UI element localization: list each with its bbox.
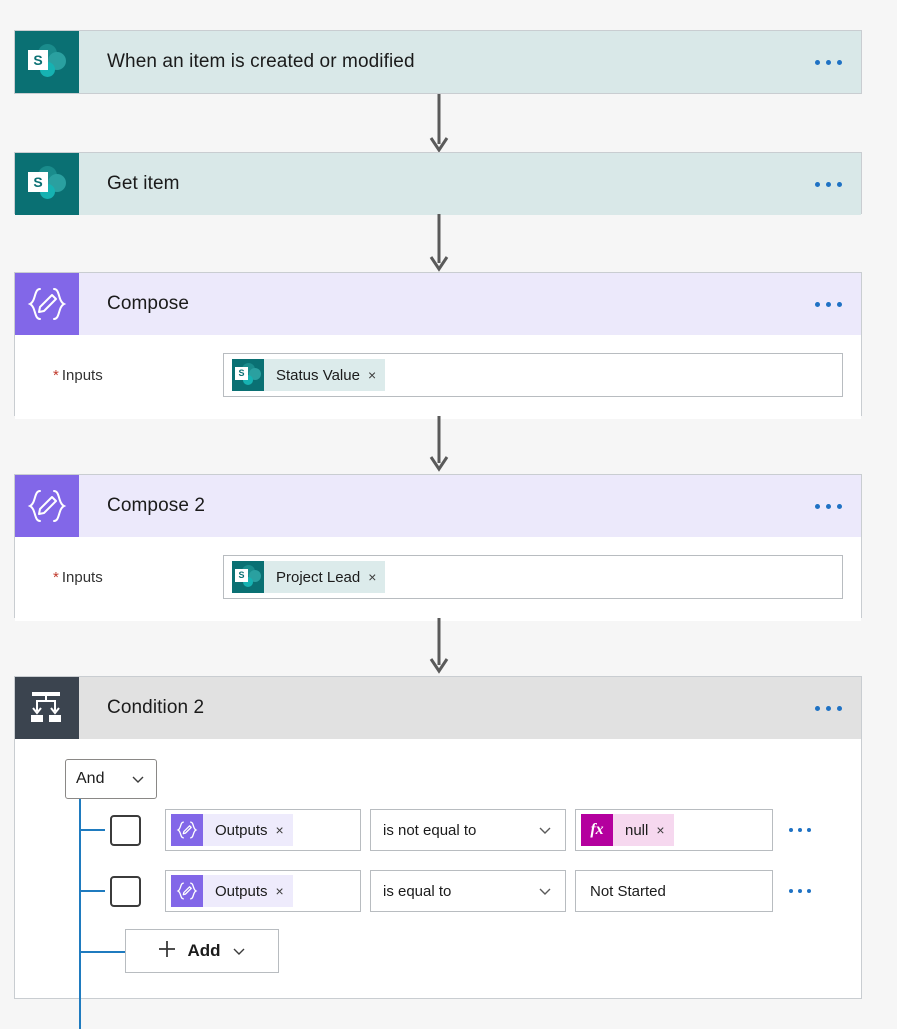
- chevron-down-icon: [231, 943, 247, 959]
- compose-icon: [15, 475, 79, 537]
- flow-node-trigger[interactable]: S When an item is created or modified: [14, 30, 862, 94]
- fx-icon: fx: [581, 814, 613, 846]
- condition-operator-dropdown[interactable]: is not equal to: [370, 809, 566, 851]
- connector-arrow: [428, 618, 450, 676]
- required-marker: *: [53, 366, 59, 384]
- node-title: Condition 2: [107, 697, 205, 718]
- node-body: * Inputs S Project Lead ×: [15, 537, 861, 621]
- node-header[interactable]: Condition 2: [15, 677, 861, 739]
- node-header[interactable]: Compose: [15, 273, 861, 335]
- sharepoint-icon: S: [15, 31, 79, 93]
- plus-icon: [157, 939, 177, 964]
- chevron-down-icon: [537, 822, 553, 838]
- logic-operator-dropdown[interactable]: And: [65, 759, 157, 799]
- condition-right-operand[interactable]: fx null ×: [575, 809, 773, 851]
- condition-row-overflow-menu-button[interactable]: [773, 889, 827, 893]
- token-chip-null-expression[interactable]: fx null ×: [581, 814, 674, 846]
- compose-icon: [171, 814, 203, 846]
- token-chip-project-lead[interactable]: S Project Lead ×: [232, 561, 386, 593]
- inputs-label-text: Inputs: [61, 366, 103, 384]
- condition-left-operand[interactable]: Outputs ×: [165, 870, 361, 912]
- add-button-label: Add: [187, 941, 221, 960]
- token-chip-label: null ×: [613, 814, 674, 846]
- node-title: Compose: [107, 293, 190, 314]
- token-chip-label: Outputs ×: [203, 875, 293, 907]
- condition-row-overflow-menu-button[interactable]: [773, 828, 827, 832]
- node-body: * Inputs S Status Value ×: [15, 335, 861, 419]
- node-overflow-menu-button[interactable]: [795, 273, 861, 335]
- condition-row-checkbox[interactable]: [110, 814, 141, 846]
- token-remove-icon[interactable]: ×: [276, 823, 284, 837]
- node-overflow-menu-button[interactable]: [795, 153, 861, 215]
- compose-icon: [171, 875, 203, 907]
- token-chip-status-value[interactable]: S Status Value ×: [232, 359, 386, 391]
- connector-arrow: [428, 214, 450, 274]
- condition-tree-line: [79, 799, 81, 1029]
- connector-arrow: [428, 416, 450, 474]
- condition-tree-branch: [79, 890, 105, 892]
- condition-row: Outputs × is not equal to fx null ×: [110, 809, 827, 851]
- node-header[interactable]: Compose 2: [15, 475, 861, 537]
- token-remove-icon[interactable]: ×: [276, 884, 284, 898]
- inputs-input[interactable]: S Status Value ×: [223, 353, 843, 397]
- condition-operator-value: is not equal to: [383, 821, 477, 839]
- node-title: When an item is created or modified: [107, 51, 415, 72]
- flow-node-compose-2[interactable]: Compose 2 * Inputs S Project Lead ×: [14, 474, 862, 621]
- node-overflow-menu-button[interactable]: [795, 475, 861, 537]
- connector-arrow: [428, 94, 450, 156]
- node-overflow-menu-button[interactable]: [795, 31, 861, 93]
- flow-designer-canvas: S When an item is created or modified S …: [0, 0, 897, 1029]
- inputs-label: * Inputs: [33, 569, 223, 586]
- token-remove-icon[interactable]: ×: [368, 570, 376, 584]
- condition-right-operand[interactable]: Not Started: [575, 870, 773, 912]
- condition-value-text: Not Started: [590, 882, 666, 900]
- add-condition-button[interactable]: Add: [125, 929, 279, 973]
- condition-left-operand[interactable]: Outputs ×: [165, 809, 361, 851]
- token-chip-label: Status Value ×: [264, 359, 386, 391]
- condition-tree-branch: [79, 951, 127, 953]
- node-title: Compose 2: [107, 495, 206, 516]
- condition-tree-branch: [79, 829, 105, 831]
- token-chip-outputs[interactable]: Outputs ×: [171, 875, 293, 907]
- condition-icon: [15, 677, 79, 739]
- flow-node-condition-2[interactable]: Condition 2 And Outputs × is not equal t…: [14, 676, 862, 1029]
- condition-row-checkbox[interactable]: [110, 875, 141, 907]
- inputs-field-row: * Inputs S Status Value ×: [33, 353, 843, 397]
- node-header[interactable]: S Get item: [15, 153, 861, 215]
- chevron-down-icon: [537, 883, 553, 899]
- token-chip-label: Outputs ×: [203, 814, 293, 846]
- inputs-label-text: Inputs: [61, 568, 103, 586]
- flow-node-compose[interactable]: Compose * Inputs S Status Value ×: [14, 272, 862, 419]
- chevron-down-icon: [130, 771, 146, 787]
- condition-operator-value: is equal to: [383, 882, 452, 900]
- node-title: Get item: [107, 173, 180, 194]
- compose-icon: [15, 273, 79, 335]
- sharepoint-icon: S: [232, 561, 264, 593]
- token-remove-icon[interactable]: ×: [368, 368, 376, 382]
- inputs-label: * Inputs: [33, 367, 223, 384]
- token-remove-icon[interactable]: ×: [656, 823, 664, 837]
- token-chip-label: Project Lead ×: [264, 561, 386, 593]
- required-marker: *: [53, 568, 59, 586]
- sharepoint-icon: S: [15, 153, 79, 215]
- sharepoint-icon: S: [232, 359, 264, 391]
- token-chip-outputs[interactable]: Outputs ×: [171, 814, 293, 846]
- condition-builder: And Outputs × is not equal to fx null × …: [15, 739, 861, 1029]
- inputs-input[interactable]: S Project Lead ×: [223, 555, 843, 599]
- node-overflow-menu-button[interactable]: [795, 677, 861, 739]
- inputs-field-row: * Inputs S Project Lead ×: [33, 555, 843, 599]
- logic-operator-value: And: [76, 770, 105, 787]
- node-header[interactable]: S When an item is created or modified: [15, 31, 861, 93]
- condition-row: Outputs × is equal to Not Started: [110, 870, 827, 912]
- flow-node-get-item[interactable]: S Get item: [14, 152, 862, 215]
- condition-operator-dropdown[interactable]: is equal to: [370, 870, 566, 912]
